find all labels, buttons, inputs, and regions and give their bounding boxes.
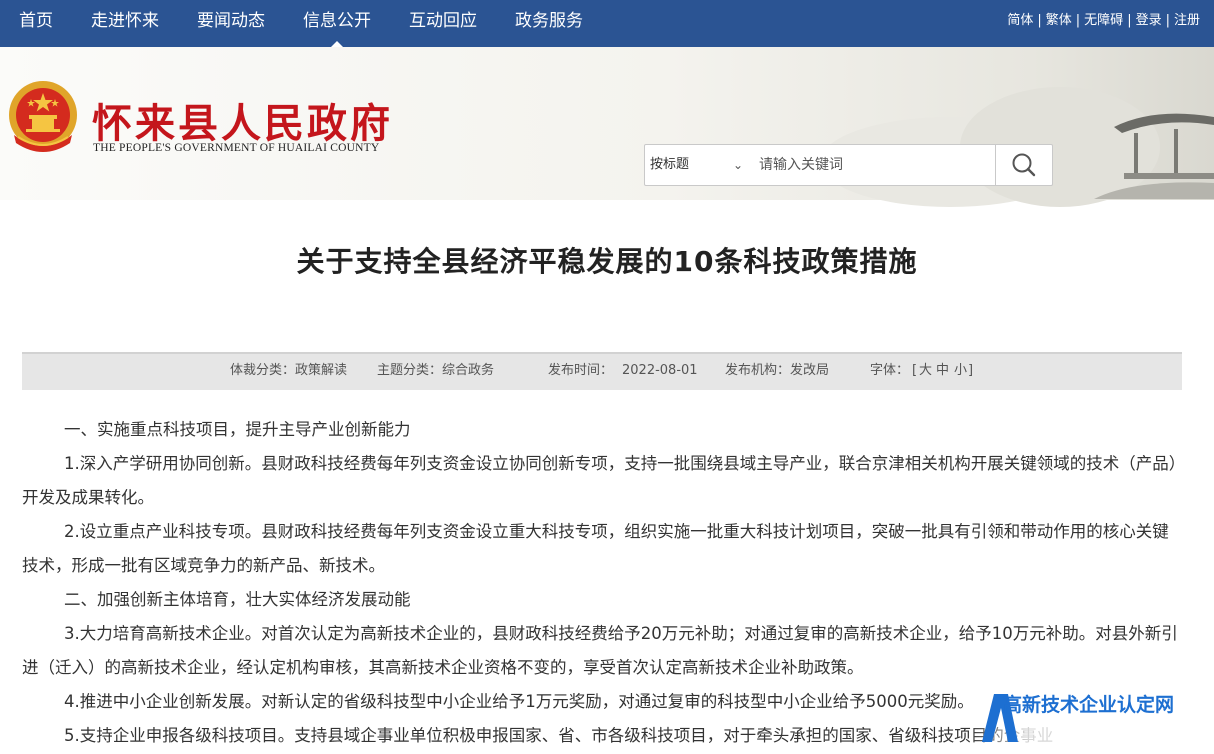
separator: | xyxy=(1127,13,1132,28)
register-link[interactable]: 注册 xyxy=(1174,0,1200,47)
top-nav-bar: 首页 走进怀来 要闻动态 信息公开 互动回应 政务服务 简体 | 繁体 | 无障… xyxy=(0,0,1214,47)
chevron-down-icon: ⌄ xyxy=(732,158,743,172)
search-scope-value: 按标题 xyxy=(650,157,690,172)
article-paragraph: 2.设立重点产业科技专项。县财政科技经费每年列支资金设立重大科技专项，组织实施一… xyxy=(22,522,1169,575)
font-size-small-button[interactable]: 小 xyxy=(954,354,967,388)
nav-item-services[interactable]: 政务服务 xyxy=(496,0,602,47)
font-size-medium-button[interactable]: 中 xyxy=(936,354,949,388)
watermark-text: 高新技术企业认定网 xyxy=(1003,694,1175,716)
login-link[interactable]: 登录 xyxy=(1136,0,1162,47)
article-title: 关于支持全县经济平稳发展的10条科技政策措施 xyxy=(296,245,918,278)
article-paragraph: 一、实施重点科技项目，提升主导产业创新能力 xyxy=(64,420,411,439)
search-bar: 按标题 ⌄ xyxy=(644,144,1053,186)
nav-item-interaction[interactable]: 互动回应 xyxy=(390,0,496,47)
search-scope-select[interactable]: 按标题 ⌄ xyxy=(645,145,749,185)
nav-item-info-disclosure[interactable]: 信息公开 xyxy=(284,0,390,47)
nav-item-news[interactable]: 要闻动态 xyxy=(178,0,284,47)
meta-date-label: 发布时间： xyxy=(548,363,614,378)
meta-topic: 主题分类：综合政务 xyxy=(377,363,495,378)
font-size-large-button[interactable]: 大 xyxy=(919,354,932,388)
separator: | xyxy=(1165,13,1170,28)
article-meta-bar: 体裁分类：政策解读 主题分类：综合政务 发布时间： 2022-08-01 发布机… xyxy=(22,352,1182,390)
accessibility-link[interactable]: 无障碍 xyxy=(1084,0,1123,47)
meta-font-bracket-open: [ xyxy=(912,363,918,378)
separator: | xyxy=(1037,13,1042,28)
pavilion-illustration xyxy=(1094,113,1214,199)
separator: | xyxy=(1075,13,1081,28)
article-paragraph: 二、加强创新主体培育，壮大实体经济发展动能 xyxy=(64,590,411,609)
meta-date: 2022-08-01 xyxy=(622,363,698,378)
meta-genre: 体裁分类：政策解读 xyxy=(230,363,348,378)
site-header: 怀来县人民政府 THE PEOPLE'S GOVERNMENT OF HUAIL… xyxy=(0,47,1214,207)
national-emblem-icon xyxy=(9,81,77,152)
search-button[interactable] xyxy=(995,145,1052,185)
magnifier-icon xyxy=(1012,153,1036,177)
main-nav: 首页 走进怀来 要闻动态 信息公开 互动回应 政务服务 xyxy=(0,0,602,47)
simplified-chinese-link[interactable]: 简体 xyxy=(1007,0,1033,47)
nav-item-about[interactable]: 走进怀来 xyxy=(72,0,178,47)
meta-org: 发布机构：发改局 xyxy=(725,363,830,378)
nav-item-home[interactable]: 首页 xyxy=(0,0,72,47)
site-title: 怀来县人民政府 xyxy=(92,100,393,147)
article-paragraph: 1.深入产学研用协同创新。县财政科技经费每年列支资金设立协同创新专项，支持一批围… xyxy=(22,454,1177,507)
site-subtitle: THE PEOPLE'S GOVERNMENT OF HUAILAI COUNT… xyxy=(93,142,380,154)
traditional-chinese-link[interactable]: 繁体 xyxy=(1046,0,1072,47)
meta-font-label: 字体： xyxy=(870,363,910,378)
article-paragraph: 3.大力培育高新技术企业。对首次认定为高新技术企业的，县财政科技经费给予20万元… xyxy=(22,624,1178,677)
search-input[interactable] xyxy=(751,145,994,185)
meta-font-bracket-close: ] xyxy=(968,363,974,378)
utility-links: 简体 | 繁体 | 无障碍 | 登录 | 注册 xyxy=(1007,0,1200,47)
